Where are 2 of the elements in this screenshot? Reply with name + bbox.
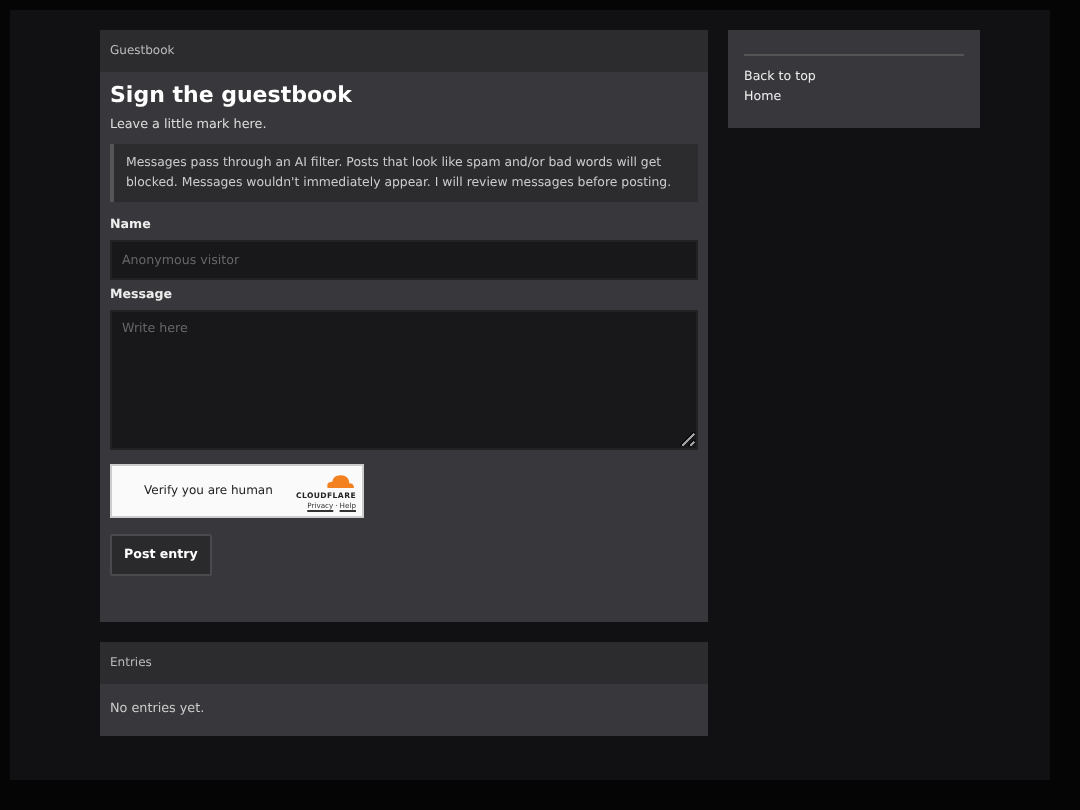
cloud-icon — [324, 473, 356, 488]
page-title: Sign the guestbook — [110, 82, 354, 108]
